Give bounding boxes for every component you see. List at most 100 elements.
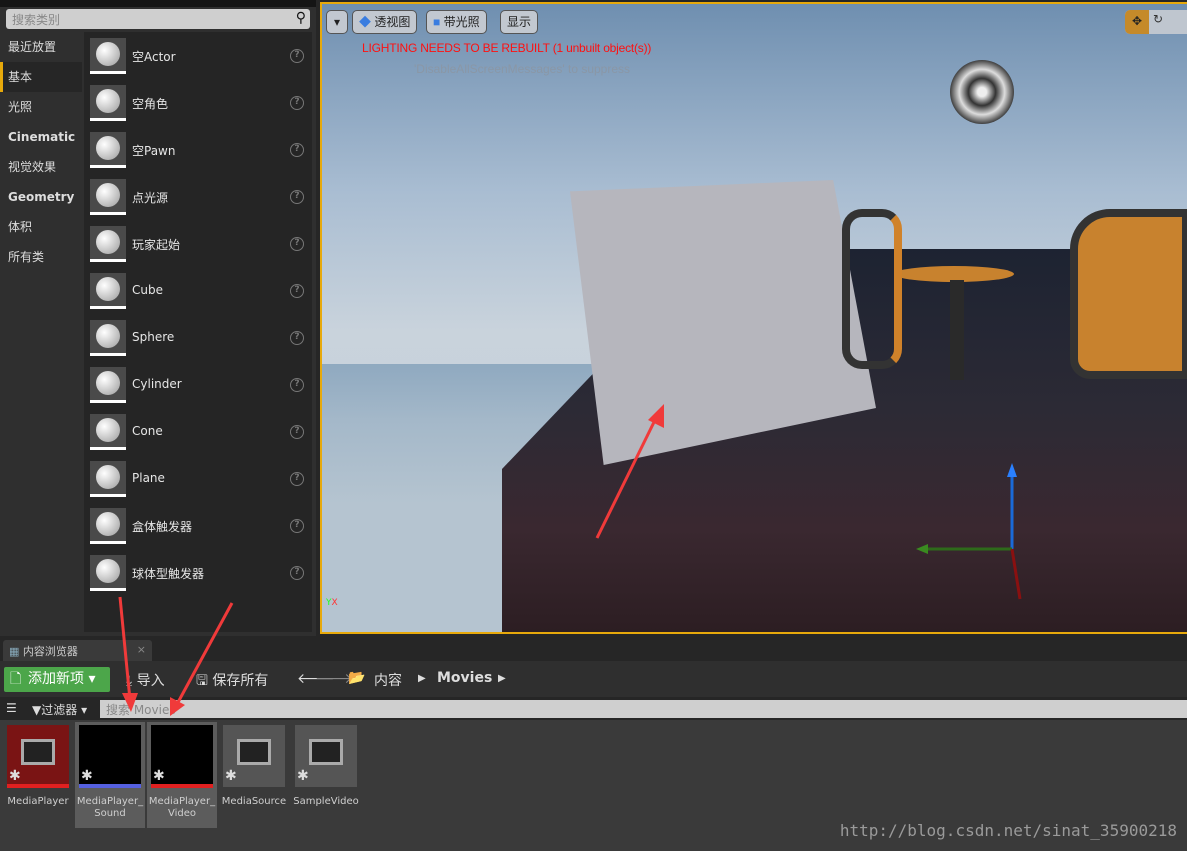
help-icon[interactable]: ? <box>290 237 304 251</box>
asset-tile[interactable]: ✱ SampleVideo <box>291 722 361 828</box>
actor-item[interactable]: Cylinder? <box>84 361 312 408</box>
help-icon[interactable]: ? <box>290 378 304 392</box>
actor-thumbnail-icon <box>90 38 126 74</box>
actor-item[interactable]: 空Pawn? <box>84 126 312 173</box>
help-icon[interactable]: ? <box>290 566 304 580</box>
actor-item[interactable]: Sphere? <box>84 314 312 361</box>
cube-icon: ■ <box>433 15 441 29</box>
help-icon[interactable]: ? <box>290 425 304 439</box>
asset-name: MediaPlayer <box>7 796 69 807</box>
help-icon[interactable]: ? <box>290 49 304 63</box>
category-search-input[interactable]: 搜索类别 ⚲ <box>6 9 310 29</box>
breadcrumb-content[interactable]: 内容 <box>374 670 402 690</box>
level-viewport[interactable]: ▾ ◆ 透视图 ■ 带光照 显示 LIGHTING NEEDS TO BE RE… <box>320 2 1187 634</box>
button-label: 添加新项 <box>28 671 84 687</box>
help-icon[interactable]: ? <box>290 472 304 486</box>
category-item[interactable]: 视觉效果 <box>0 152 82 182</box>
translate-icon[interactable]: ✥ <box>1125 10 1149 34</box>
actor-thumbnail-icon <box>90 85 126 121</box>
chair-model-right[interactable] <box>1070 209 1187 379</box>
suppress-hint: 'DisableAllScreenMessages' to suppress <box>414 62 631 76</box>
actor-thumbnail-icon <box>90 508 126 544</box>
actor-item[interactable]: 盒体触发器? <box>84 502 312 549</box>
actor-thumbnail-icon <box>90 226 126 262</box>
rotate-icon[interactable]: ↻ <box>1153 12 1163 26</box>
actor-item[interactable]: 空角色? <box>84 79 312 126</box>
actor-item[interactable]: Cube? <box>84 267 312 314</box>
filter-button[interactable]: ▼过滤器 ▾ <box>32 701 87 718</box>
asset-tile[interactable]: ✱ MediaPlayer_ Video <box>147 722 217 828</box>
actor-thumbnail-icon <box>90 132 126 168</box>
category-item[interactable]: 光照 <box>0 92 82 122</box>
watermark: http://blog.csdn.net/sinat_35900218 <box>839 821 1177 840</box>
actor-item[interactable]: 点光源? <box>84 173 312 220</box>
tab-content-browser[interactable]: ▦ 内容浏览器 × <box>3 640 152 661</box>
perspective-icon: ◆ <box>359 15 372 29</box>
file-icon: 🗋 <box>10 671 22 687</box>
actor-thumbnail-icon <box>90 555 126 591</box>
transform-gizmo[interactable] <box>912 459 1032 619</box>
help-icon[interactable]: ? <box>290 190 304 204</box>
actor-name: 空Pawn <box>132 144 176 158</box>
actor-item[interactable]: Plane? <box>84 455 312 502</box>
lit-button[interactable]: ■ 带光照 <box>426 10 487 34</box>
category-item[interactable]: 所有类 <box>0 242 82 272</box>
perspective-button[interactable]: ◆ 透视图 <box>352 10 418 34</box>
category-item[interactable]: 基本 <box>0 62 82 92</box>
actor-item[interactable]: 球体型触发器? <box>84 549 312 596</box>
save-all-button[interactable]: 🖫 保存所有 <box>196 670 268 694</box>
actor-name: 空角色 <box>132 97 169 111</box>
lighting-warning: LIGHTING NEEDS TO BE REBUILT (1 unbuilt … <box>362 41 652 55</box>
actor-name: Plane <box>132 471 165 485</box>
search-placeholder: 搜索 Movies <box>106 703 176 717</box>
asset-name: SampleVideo <box>293 796 359 807</box>
breadcrumb-separator-icon[interactable]: ▶ <box>418 673 426 684</box>
category-item[interactable]: Geometry <box>0 182 82 212</box>
actor-name: 盒体触发器 <box>132 520 193 534</box>
actor-item[interactable]: Cone? <box>84 408 312 455</box>
viewport-options-button[interactable]: ▾ <box>326 10 348 34</box>
forward-button[interactable]: 🡒 <box>315 670 353 687</box>
actor-name: Cone <box>132 424 163 438</box>
table-leg <box>950 280 964 380</box>
actor-thumbnail-icon <box>90 414 126 450</box>
add-new-button[interactable]: 🗋 添加新项 ▾ <box>4 667 110 692</box>
help-icon[interactable]: ? <box>290 143 304 157</box>
sources-toggle-icon[interactable]: ☰ <box>6 701 17 715</box>
category-item[interactable]: Cinematic <box>0 122 82 152</box>
button-label: 透视图 <box>374 15 411 29</box>
asset-name: MediaSource <box>221 796 287 807</box>
help-icon[interactable]: ? <box>290 519 304 533</box>
help-icon[interactable]: ? <box>290 96 304 110</box>
button-label: 过滤器 <box>41 703 78 717</box>
place-mode-panel: 搜索类别 ⚲ 最近放置 基本 光照 Cinematic 视觉效果 Geometry 体积 所有类… <box>0 0 316 636</box>
asset-tile[interactable]: ✱ MediaSource <box>219 722 289 828</box>
import-button[interactable]: ⤓ 导入 <box>126 670 165 690</box>
help-icon[interactable]: ? <box>290 284 304 298</box>
category-item[interactable]: 最近放置 <box>0 32 82 62</box>
breadcrumb-chevron-icon[interactable]: ▶ <box>498 673 506 684</box>
breadcrumb-movies[interactable]: Movies <box>437 670 492 686</box>
category-list: 最近放置 基本 光照 Cinematic 视觉效果 Geometry 体积 所有类 <box>0 32 82 272</box>
chair-model-left[interactable] <box>842 209 902 369</box>
asset-search-input[interactable]: 搜索 Movies <box>100 700 1187 718</box>
close-icon[interactable]: × <box>137 643 146 656</box>
help-icon[interactable]: ? <box>290 331 304 345</box>
search-icon[interactable]: ⚲ <box>296 10 306 26</box>
actor-thumbnail-icon <box>90 461 126 497</box>
actor-item[interactable]: 空Actor? <box>84 32 312 79</box>
actor-item[interactable]: 玩家起始? <box>84 220 312 267</box>
asset-tile[interactable]: ✱ MediaPlayer <box>3 722 73 828</box>
folder-icon: 📂 <box>348 670 366 686</box>
actor-thumbnail-icon <box>90 179 126 215</box>
show-button[interactable]: 显示 <box>500 10 539 34</box>
save-icon: 🖫 <box>196 673 208 689</box>
actor-list: 空Actor? 空角色? 空Pawn? 点光源? 玩家起始? Cube? Sphere? Cy… <box>84 32 312 632</box>
category-item[interactable]: 体积 <box>0 212 82 242</box>
button-label: 保存所有 <box>212 673 269 689</box>
actor-thumbnail-icon <box>90 320 126 356</box>
actor-name: Cube <box>132 283 163 297</box>
mode-tabs[interactable] <box>0 0 316 7</box>
asset-name: MediaPlayer_ Video <box>148 796 216 819</box>
asset-tile[interactable]: ✱ MediaPlayer_ Sound <box>75 722 145 828</box>
